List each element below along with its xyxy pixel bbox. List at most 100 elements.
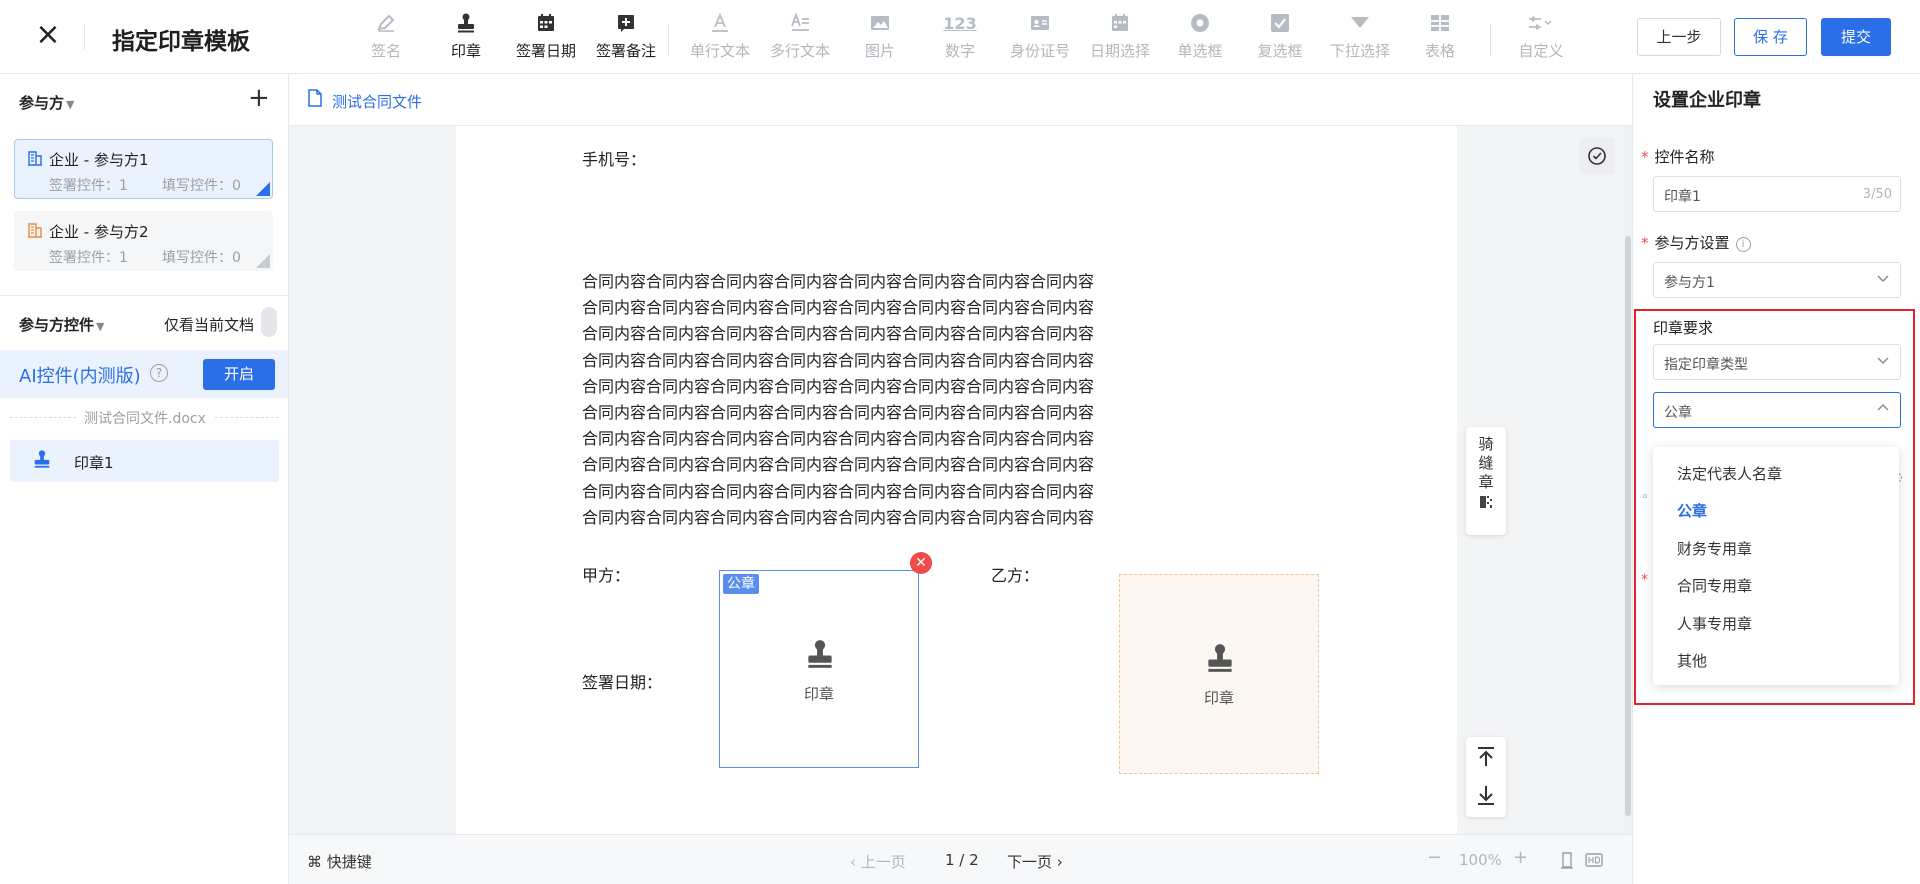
tool-sign-note[interactable]: 签署备注 bbox=[586, 12, 666, 68]
char-count: 3/50 bbox=[1862, 187, 1892, 202]
dropdown-option[interactable]: 人事专用章 bbox=[1677, 613, 1752, 634]
tool-multi-line-text[interactable]: 多行文本 bbox=[760, 12, 840, 68]
hd-icon[interactable] bbox=[1585, 852, 1603, 872]
tool-radio[interactable]: 单选框 bbox=[1160, 12, 1240, 68]
close-icon[interactable]: × bbox=[34, 20, 62, 50]
control-item-seal[interactable]: 印章1 bbox=[10, 440, 279, 482]
checkbox-icon bbox=[1240, 12, 1320, 36]
tool-single-line-text[interactable]: 单行文本 bbox=[680, 12, 760, 68]
party-b-label: 乙方： bbox=[991, 566, 1040, 585]
building-icon bbox=[27, 150, 43, 170]
dropdown-option[interactable]: 财务专用章 bbox=[1677, 538, 1752, 559]
prev-step-button[interactable]: 上一步 bbox=[1637, 18, 1721, 56]
tool-signature[interactable]: 签名 bbox=[346, 12, 426, 68]
toolbar-divider bbox=[1490, 24, 1491, 56]
contract-line: 合同内容合同内容合同内容合同内容合同内容合同内容合同内容合同内容 bbox=[582, 429, 1095, 449]
riding-seal-button[interactable]: 骑缝章 bbox=[1466, 427, 1506, 535]
tool-dropdown[interactable]: 下拉选择 bbox=[1320, 12, 1400, 68]
toolbar-divider bbox=[668, 24, 669, 56]
tool-date-picker[interactable]: 日期选择 bbox=[1080, 12, 1160, 68]
tool-number[interactable]: 123 数字 bbox=[920, 12, 1000, 68]
info-icon[interactable]: i bbox=[1735, 237, 1751, 252]
only-current-doc-toggle[interactable] bbox=[261, 307, 277, 337]
riding-seal-label: 骑缝章 bbox=[1478, 435, 1494, 491]
tool-table[interactable]: 表格 bbox=[1400, 12, 1480, 68]
seal-label: 印章 bbox=[803, 686, 834, 703]
scrollbar-thumb[interactable] bbox=[1625, 236, 1631, 816]
enable-ai-button[interactable]: 开启 bbox=[203, 359, 275, 390]
dropdown-option[interactable]: 其他 bbox=[1677, 650, 1707, 671]
id-card-icon bbox=[1000, 12, 1080, 36]
add-note-icon bbox=[586, 12, 666, 36]
control-name-label: * 控件名称 bbox=[1641, 148, 1715, 166]
page-view-icon[interactable] bbox=[1560, 851, 1574, 873]
seal-type-dropdown: 法定代表人名章 公章 财务专用章 合同专用章 人事专用章 其他 bbox=[1653, 447, 1899, 685]
seal-field-party-b[interactable]: 印章 bbox=[1119, 574, 1319, 774]
check-icon[interactable] bbox=[1579, 138, 1615, 174]
add-party-icon[interactable]: + bbox=[248, 84, 270, 112]
party-name: 企业 - 参与方1 bbox=[49, 151, 149, 169]
pen-icon bbox=[346, 12, 426, 36]
submit-button[interactable]: 提交 bbox=[1821, 18, 1891, 56]
save-button[interactable]: 保 存 bbox=[1734, 18, 1807, 56]
tool-id-card[interactable]: 身份证号 bbox=[1000, 12, 1080, 68]
left-panel: 参与方 ▼ + 企业 - 参与方1 签署控件：1 填写控件：0 企业 - 参与方2… bbox=[0, 74, 289, 884]
contract-line: 合同内容合同内容合同内容合同内容合同内容合同内容合同内容合同内容 bbox=[582, 272, 1095, 291]
party-select[interactable]: 参与方1 bbox=[1653, 262, 1901, 298]
ai-controls-label: AI控件(内测版) bbox=[19, 366, 141, 387]
document-group-header: 测试合同文件.docx bbox=[10, 407, 279, 428]
document-name: 测试合同文件.docx bbox=[80, 408, 210, 428]
bottom-bar: ⌘ 快捷键 ‹ 上一页 1 / 2 下一页 › − 100% + bbox=[289, 834, 1632, 884]
next-page-button[interactable]: 下一页 › bbox=[1007, 851, 1063, 872]
required-mark: * bbox=[1641, 148, 1649, 166]
prev-page-button[interactable]: ‹ 上一页 bbox=[850, 851, 906, 872]
dropdown-option-selected[interactable]: 公章 bbox=[1677, 500, 1707, 521]
divider bbox=[0, 295, 288, 296]
page-indicator: 1 / 2 bbox=[945, 851, 979, 869]
corner-mark bbox=[256, 254, 270, 268]
tool-image[interactable]: 图片 bbox=[840, 12, 920, 68]
party-card-1[interactable]: 企业 - 参与方1 签署控件：1 填写控件：0 bbox=[14, 139, 273, 199]
document-tab[interactable]: 测试合同文件 bbox=[332, 91, 422, 112]
scroll-to-top-icon[interactable] bbox=[1476, 745, 1496, 773]
zoom-out-button[interactable]: − bbox=[1427, 847, 1442, 868]
document-tab-bar: 测试合同文件 bbox=[289, 74, 1632, 126]
qr-seal-icon bbox=[1466, 494, 1506, 514]
only-current-doc-label: 仅看当前文档 bbox=[164, 316, 255, 334]
help-icon[interactable]: ? bbox=[150, 364, 168, 382]
document-scrollbar[interactable] bbox=[1624, 126, 1632, 834]
header-divider bbox=[84, 24, 85, 50]
party-fill-count: 填写控件：0 bbox=[162, 250, 241, 266]
dropdown-option[interactable]: 合同专用章 bbox=[1677, 575, 1752, 596]
selected-corner-mark bbox=[256, 182, 270, 196]
party-card-2[interactable]: 企业 - 参与方2 签署控件：1 填写控件：0 bbox=[14, 211, 273, 271]
party-controls-header[interactable]: 参与方控件 ▼ bbox=[19, 314, 104, 335]
panel-title: 设置企业印章 bbox=[1653, 90, 1761, 111]
top-bar: × 指定印章模板 签名 印章 签署日期 签署备注 单行文本 多行文本 图片 12… bbox=[0, 0, 1920, 74]
shortcuts-button[interactable]: ⌘ 快捷键 bbox=[307, 851, 372, 872]
tool-custom[interactable]: 自定义 bbox=[1501, 12, 1581, 68]
contract-body: 合同内容合同内容合同内容合同内容合同内容合同内容合同内容合同内容 合同内容合同内… bbox=[582, 269, 1162, 531]
seal-field-party-a[interactable]: 公章 印章 bbox=[719, 570, 919, 768]
dropdown-option[interactable]: 法定代表人名章 bbox=[1677, 463, 1782, 484]
stamp-icon bbox=[804, 637, 836, 675]
caret-down-icon: ▼ bbox=[96, 320, 105, 333]
tool-checkbox[interactable]: 复选框 bbox=[1240, 12, 1320, 68]
control-name-input[interactable]: 印章1 3/50 bbox=[1653, 176, 1901, 212]
input-value: 印章1 bbox=[1664, 189, 1701, 205]
dashed-line bbox=[10, 417, 76, 418]
parties-header[interactable]: 参与方 ▼ bbox=[19, 92, 74, 113]
command-icon: ⌘ bbox=[307, 853, 327, 871]
sign-date-label: 签署日期： bbox=[582, 673, 663, 692]
date-picker-icon bbox=[1080, 12, 1160, 36]
custom-settings-icon bbox=[1501, 12, 1581, 36]
party-fill-count: 填写控件：0 bbox=[162, 178, 241, 194]
tool-seal[interactable]: 印章 bbox=[426, 12, 506, 68]
zoom-in-button[interactable]: + bbox=[1513, 847, 1528, 868]
party-sign-count: 签署控件：1 bbox=[49, 250, 128, 266]
required-mark: * bbox=[1641, 234, 1649, 252]
tool-sign-date[interactable]: 签署日期 bbox=[506, 12, 586, 68]
remove-seal-icon[interactable]: ✕ bbox=[910, 552, 932, 574]
contract-line: 合同内容合同内容合同内容合同内容合同内容合同内容合同内容合同内容 bbox=[582, 324, 1095, 344]
scroll-to-bottom-icon[interactable] bbox=[1476, 783, 1496, 811]
